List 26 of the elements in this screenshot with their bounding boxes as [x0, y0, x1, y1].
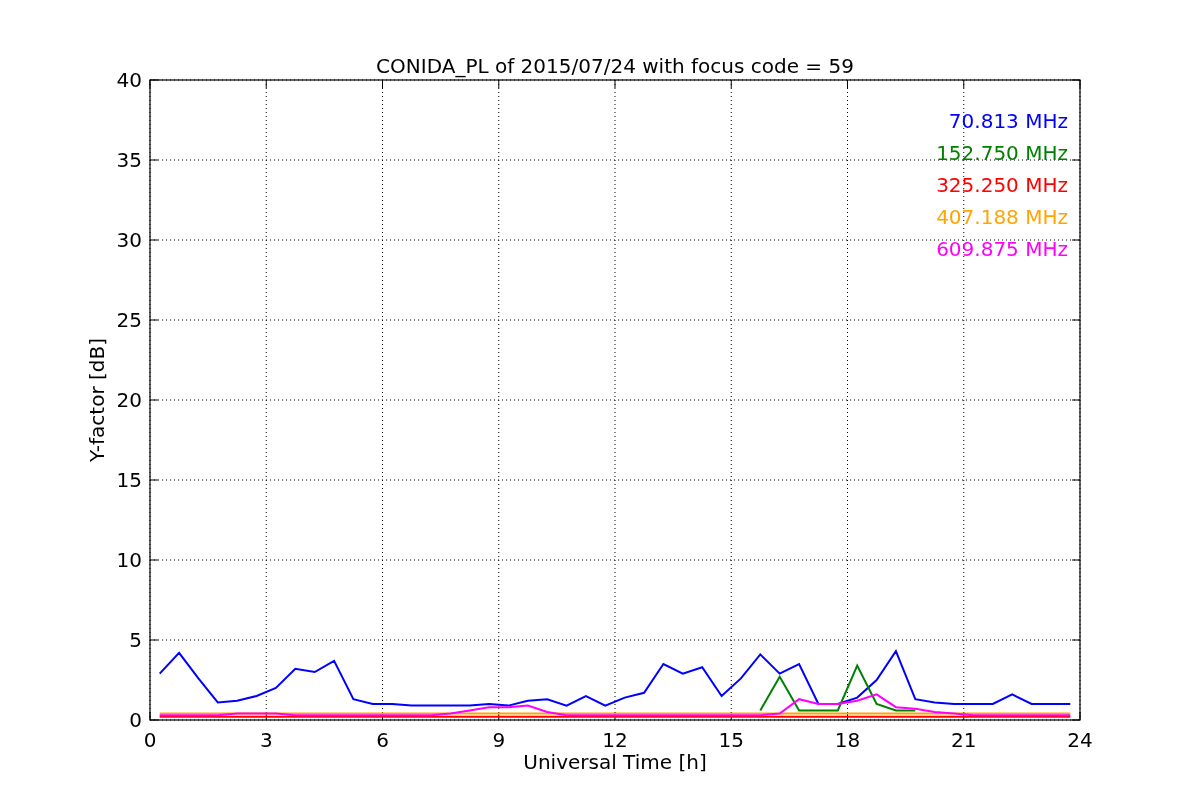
legend-label: 407.188 MHz [936, 205, 1068, 229]
chart-title: CONIDA_PL of 2015/07/24 with focus code = 59 [376, 54, 854, 78]
y-tick-label: 40 [116, 68, 142, 92]
y-tick-label: 15 [116, 468, 142, 492]
x-tick-label: 9 [492, 728, 506, 752]
legend-label: 152.750 MHz [936, 141, 1068, 165]
x-tick-label: 24 [1067, 728, 1093, 752]
legend-label: 70.813 MHz [948, 109, 1068, 133]
y-tick-label: 25 [116, 308, 142, 332]
y-tick-label: 35 [116, 148, 142, 172]
y-tick-label: 5 [129, 628, 142, 652]
x-tick-label: 3 [259, 728, 273, 752]
x-axis-label: Universal Time [h] [523, 750, 707, 774]
y-tick-label: 0 [129, 708, 142, 732]
y-tick-label: 20 [116, 388, 142, 412]
x-tick-label: 21 [951, 728, 977, 752]
y-tick-label: 30 [116, 228, 142, 252]
x-tick-label: 12 [602, 728, 628, 752]
x-tick-label: 0 [143, 728, 157, 752]
x-tick-label: 15 [718, 728, 744, 752]
legend-label: 325.250 MHz [936, 173, 1068, 197]
y-axis-label: Y-factor [dB] [85, 338, 109, 462]
x-tick-label: 6 [376, 728, 389, 752]
legend-label: 609.875 MHz [936, 237, 1068, 261]
x-tick-label: 18 [834, 728, 861, 752]
y-tick-label: 10 [116, 548, 142, 572]
